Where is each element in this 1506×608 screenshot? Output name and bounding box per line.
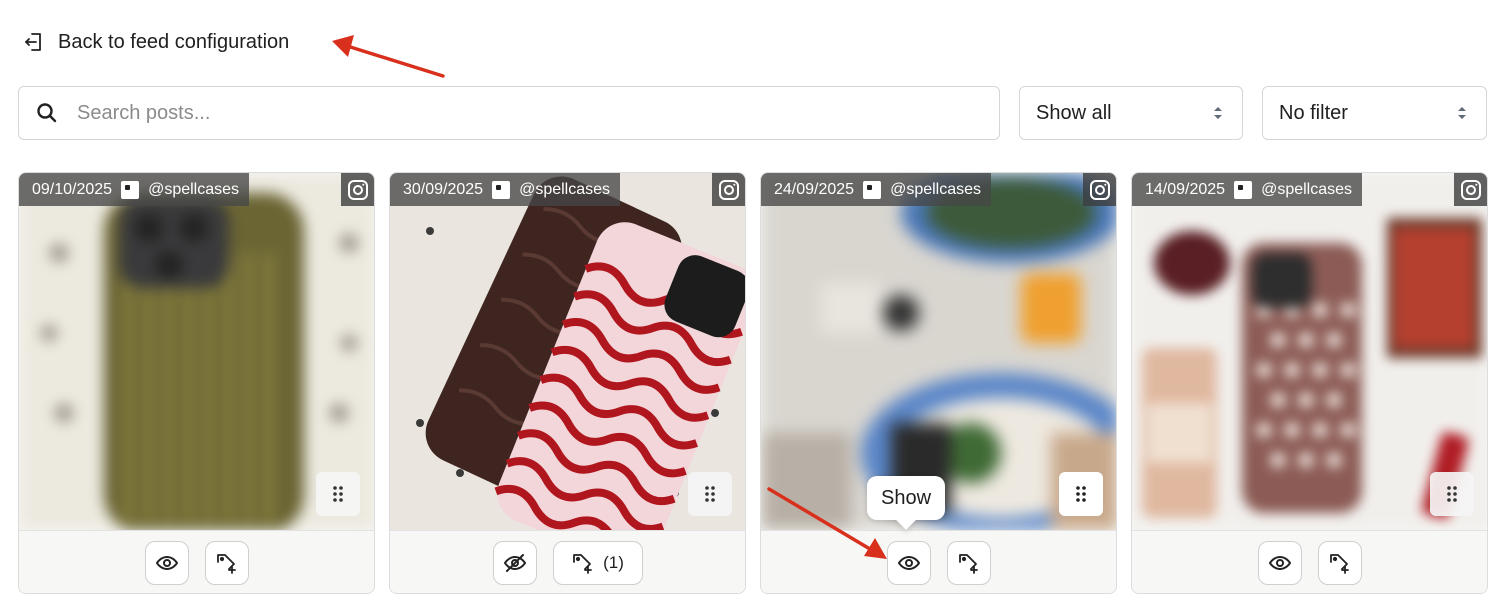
tag-count: (1) (603, 553, 624, 572)
post-card: 14/09/2025 @spellcases (1131, 172, 1488, 594)
eye-icon (1268, 555, 1291, 571)
back-to-feed-link[interactable]: Back to feed configuration (22, 30, 289, 54)
add-tag-button[interactable]: (1) (552, 541, 643, 585)
chevron-updown-icon (1458, 107, 1466, 119)
visibility-toggle-button[interactable] (1257, 541, 1302, 585)
post-handle: @spellcases (148, 180, 240, 198)
tag-plus-icon (573, 554, 593, 574)
post-actions (1132, 530, 1487, 593)
filter-select[interactable]: No filter (1262, 86, 1487, 140)
drag-handle[interactable] (1430, 472, 1474, 516)
account-avatar-icon (121, 180, 140, 199)
instagram-icon (341, 173, 374, 206)
eye-off-icon (503, 554, 526, 572)
post-card: 24/09/2025 @spellcases (760, 172, 1117, 594)
show-select-value: Show all (1036, 101, 1112, 124)
instagram-icon (1083, 173, 1116, 206)
post-handle: @spellcases (890, 180, 982, 198)
tag-plus-icon (1329, 554, 1349, 574)
post-date: 24/09/2025 (774, 180, 855, 198)
post-meta: 09/10/2025 @spellcases (19, 173, 250, 206)
visibility-toggle-button[interactable] (492, 541, 537, 585)
drag-handle-icon (705, 486, 715, 502)
post-meta: 14/09/2025 @spellcases (1132, 173, 1363, 206)
post-date: 14/09/2025 (1145, 180, 1226, 198)
post-actions (761, 530, 1116, 593)
post-handle: @spellcases (1261, 180, 1353, 198)
back-link-label: Back to feed configuration (58, 30, 290, 53)
post-card: 09/10/2025 @spellcases (18, 172, 375, 594)
add-tag-button[interactable] (1317, 541, 1362, 585)
account-avatar-icon (492, 180, 511, 199)
filter-select-value: No filter (1279, 101, 1348, 124)
account-avatar-icon (1234, 180, 1253, 199)
drag-handle-icon (1447, 486, 1457, 502)
eye-icon (155, 555, 178, 571)
instagram-icon (712, 173, 745, 206)
post-date: 09/10/2025 (32, 180, 113, 198)
post-meta: 30/09/2025 @spellcases (390, 173, 621, 206)
search-input[interactable] (77, 101, 937, 125)
drag-handle-icon (1076, 486, 1086, 502)
chevron-updown-icon (1214, 107, 1222, 119)
visibility-toggle-button[interactable] (886, 541, 931, 585)
exit-icon (25, 33, 41, 51)
post-meta: 24/09/2025 @spellcases (761, 173, 992, 206)
account-avatar-icon (863, 180, 882, 199)
visibility-toggle-button[interactable] (144, 541, 189, 585)
drag-handle[interactable] (1059, 472, 1103, 516)
post-card: 30/09/2025 @spellcases (1) (389, 172, 746, 594)
show-select[interactable]: Show all (1019, 86, 1243, 140)
tag-plus-icon (958, 554, 978, 574)
post-actions (19, 530, 374, 593)
add-tag-button[interactable] (204, 541, 249, 585)
eye-icon (897, 555, 920, 571)
post-date: 30/09/2025 (403, 180, 484, 198)
show-tooltip: Show (867, 476, 946, 520)
search-icon (37, 103, 57, 123)
post-handle: @spellcases (519, 180, 611, 198)
drag-handle[interactable] (688, 472, 732, 516)
post-actions: (1) (390, 530, 745, 593)
drag-handle-icon (333, 486, 343, 502)
add-tag-button[interactable] (946, 541, 991, 585)
drag-handle[interactable] (316, 472, 360, 516)
tag-plus-icon (216, 554, 236, 574)
search-box (18, 86, 1000, 140)
instagram-icon (1454, 173, 1487, 206)
